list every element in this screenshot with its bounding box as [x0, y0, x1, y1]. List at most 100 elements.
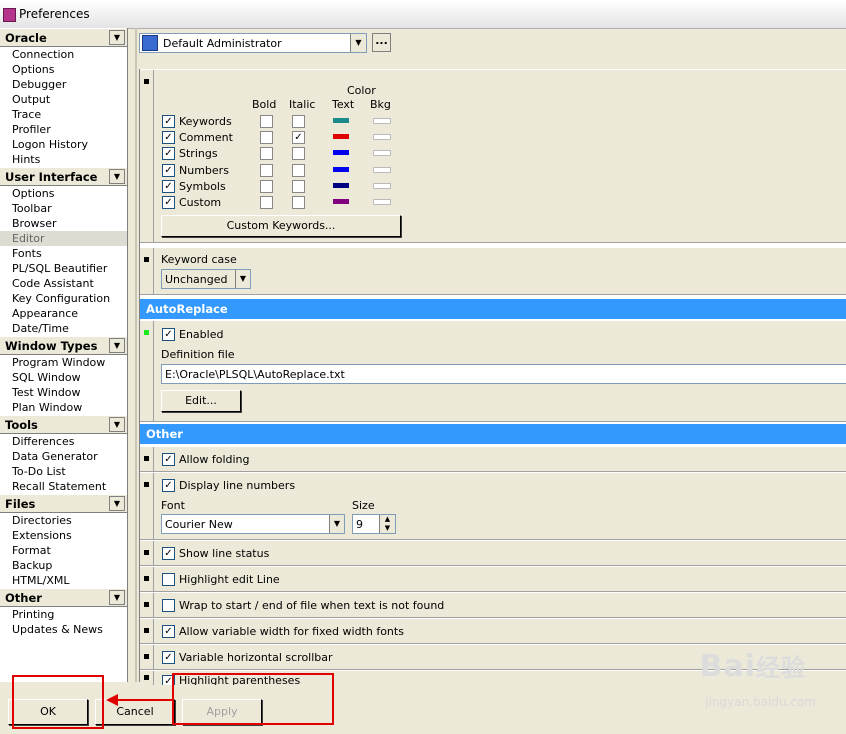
- sidebar-group-user-interface[interactable]: User Interface ▼: [0, 167, 127, 186]
- sidebar-item-updates-news[interactable]: Updates & News: [0, 622, 127, 637]
- syntax-symbols-bkg-color[interactable]: [373, 183, 391, 189]
- sidebar-item-editor[interactable]: Editor: [0, 231, 127, 246]
- syntax-comment-text-color[interactable]: [333, 134, 349, 139]
- allow-folding-checkbox[interactable]: ✓: [162, 453, 175, 466]
- custom-keywords-button[interactable]: Custom Keywords...: [161, 215, 401, 237]
- definition-file-input[interactable]: E:\Oracle\PLSQL\AutoReplace.txt: [161, 364, 846, 384]
- sidebar-item-differences[interactable]: Differences: [0, 434, 127, 449]
- chevron-down-icon[interactable]: ▼: [235, 270, 250, 288]
- sidebar-item-pl-sql-beautifier[interactable]: PL/SQL Beautifier: [0, 261, 127, 276]
- size-label: Size: [352, 499, 375, 512]
- sidebar-item-plan-window[interactable]: Plan Window: [0, 400, 127, 415]
- sidebar-item-toolbar[interactable]: Toolbar: [0, 201, 127, 216]
- sidebar-item-code-assistant[interactable]: Code Assistant: [0, 276, 127, 291]
- chevron-down-icon[interactable]: ▼: [329, 515, 344, 533]
- syntax-strings-enabled-checkbox[interactable]: ✓: [162, 147, 175, 160]
- panel-marker: [140, 567, 154, 591]
- syntax-symbols-label: Symbols: [179, 180, 226, 193]
- sidebar-item-date-time[interactable]: Date/Time: [0, 321, 127, 336]
- syntax-symbols-enabled-checkbox[interactable]: ✓: [162, 180, 175, 193]
- syntax-keywords-bold-checkbox[interactable]: [260, 115, 273, 128]
- syntax-symbols-text-color[interactable]: [333, 183, 349, 188]
- sidebar-item-printing[interactable]: Printing: [0, 607, 127, 622]
- show-line-status-checkbox[interactable]: ✓: [162, 547, 175, 560]
- sidebar-item-directories[interactable]: Directories: [0, 513, 127, 528]
- variable-width-checkbox[interactable]: ✓: [162, 625, 175, 638]
- chevron-down-icon[interactable]: ▼: [350, 34, 366, 52]
- sidebar-item-trace[interactable]: Trace: [0, 107, 127, 122]
- syntax-numbers-enabled-checkbox[interactable]: ✓: [162, 164, 175, 177]
- sidebar-item-hints[interactable]: Hints: [0, 152, 127, 167]
- sidebar-group-oracle[interactable]: Oracle ▼: [0, 28, 127, 47]
- sidebar-item-backup[interactable]: Backup: [0, 558, 127, 573]
- settings-panel: Bold Italic Color Text Bkg ✓ Keywords ✓ Com…: [139, 69, 846, 685]
- syntax-comment-enabled-checkbox[interactable]: ✓: [162, 131, 175, 144]
- syntax-symbols-bold-checkbox[interactable]: [260, 180, 273, 193]
- sidebar-item-extensions[interactable]: Extensions: [0, 528, 127, 543]
- syntax-numbers-bold-checkbox[interactable]: [260, 164, 273, 177]
- sidebar-item-data-generator[interactable]: Data Generator: [0, 449, 127, 464]
- sidebar-item-html-xml[interactable]: HTML/XML: [0, 573, 127, 588]
- sidebar-item-format[interactable]: Format: [0, 543, 127, 558]
- sidebar-item-debugger[interactable]: Debugger: [0, 77, 127, 92]
- sidebar-item-logon-history[interactable]: Logon History: [0, 137, 127, 152]
- syntax-keywords-bkg-color[interactable]: [373, 118, 391, 124]
- chevron-down-icon[interactable]: ▼: [109, 30, 125, 45]
- sidebar-item-to-do-list[interactable]: To-Do List: [0, 464, 127, 479]
- syntax-keywords-italic-checkbox[interactable]: [292, 115, 305, 128]
- sidebar-item-test-window[interactable]: Test Window: [0, 385, 127, 400]
- sidebar-item-appearance[interactable]: Appearance: [0, 306, 127, 321]
- syntax-comment-bkg-color[interactable]: [373, 134, 391, 140]
- syntax-strings-italic-checkbox[interactable]: [292, 147, 305, 160]
- sidebar-group-other[interactable]: Other ▼: [0, 588, 127, 607]
- syntax-strings-bkg-color[interactable]: [373, 150, 391, 156]
- highlight-edit-line-checkbox[interactable]: [162, 573, 175, 586]
- sidebar-item-output[interactable]: Output: [0, 92, 127, 107]
- sidebar-item-sql-window[interactable]: SQL Window: [0, 370, 127, 385]
- syntax-numbers-bkg-color[interactable]: [373, 167, 391, 173]
- syntax-numbers-italic-checkbox[interactable]: [292, 164, 305, 177]
- syntax-custom-bold-checkbox[interactable]: [260, 196, 273, 209]
- syntax-strings-text-color[interactable]: [333, 150, 349, 155]
- syntax-symbols-italic-checkbox[interactable]: [292, 180, 305, 193]
- chevron-down-icon[interactable]: ▼: [109, 338, 125, 353]
- syntax-strings-bold-checkbox[interactable]: [260, 147, 273, 160]
- syntax-custom-enabled-checkbox[interactable]: ✓: [162, 196, 175, 209]
- profile-more-button[interactable]: ...: [372, 33, 391, 52]
- chevron-down-icon[interactable]: ▼: [109, 169, 125, 184]
- sidebar-item-fonts[interactable]: Fonts: [0, 246, 127, 261]
- splitter[interactable]: [135, 28, 137, 682]
- edit-button[interactable]: Edit...: [161, 390, 241, 412]
- line-numbers-checkbox[interactable]: ✓: [162, 479, 175, 492]
- syntax-keywords-enabled-checkbox[interactable]: ✓: [162, 115, 175, 128]
- autoreplace-enabled-checkbox[interactable]: ✓: [162, 328, 175, 341]
- chevron-down-icon[interactable]: ▼: [109, 590, 125, 605]
- sidebar-item-options[interactable]: Options: [0, 62, 127, 77]
- variable-scrollbar-checkbox[interactable]: ✓: [162, 651, 175, 664]
- profile-select[interactable]: Default Administrator ▼: [139, 33, 367, 53]
- syntax-comment-bold-checkbox[interactable]: [260, 131, 273, 144]
- syntax-keywords-text-color[interactable]: [333, 118, 349, 123]
- sidebar-item-recall-statement[interactable]: Recall Statement: [0, 479, 127, 494]
- wrap-checkbox[interactable]: [162, 599, 175, 612]
- syntax-custom-italic-checkbox[interactable]: [292, 196, 305, 209]
- chevron-down-icon[interactable]: ▼: [109, 496, 125, 511]
- sidebar-item-profiler[interactable]: Profiler: [0, 122, 127, 137]
- sidebar-item-browser[interactable]: Browser: [0, 216, 127, 231]
- chevron-down-icon[interactable]: ▼: [109, 417, 125, 432]
- syntax-comment-italic-checkbox[interactable]: ✓: [292, 131, 305, 144]
- syntax-numbers-text-color[interactable]: [333, 167, 349, 172]
- sidebar-group-tools[interactable]: Tools ▼: [0, 415, 127, 434]
- keyword-case-select[interactable]: Unchanged ▼: [161, 269, 251, 289]
- sidebar-item-program-window[interactable]: Program Window: [0, 355, 127, 370]
- sidebar-group-files[interactable]: Files ▼: [0, 494, 127, 513]
- sidebar-item-key-configuration[interactable]: Key Configuration: [0, 291, 127, 306]
- sidebar-item-options[interactable]: Options: [0, 186, 127, 201]
- size-stepper[interactable]: 9 ▲ ▼: [352, 514, 396, 534]
- spin-arrows-icon[interactable]: ▲ ▼: [379, 515, 395, 533]
- font-select[interactable]: Courier New ▼: [161, 514, 345, 534]
- sidebar-group-window-types[interactable]: Window Types ▼: [0, 336, 127, 355]
- sidebar-item-connection[interactable]: Connection: [0, 47, 127, 62]
- syntax-custom-bkg-color[interactable]: [373, 199, 391, 205]
- syntax-custom-text-color[interactable]: [333, 199, 349, 204]
